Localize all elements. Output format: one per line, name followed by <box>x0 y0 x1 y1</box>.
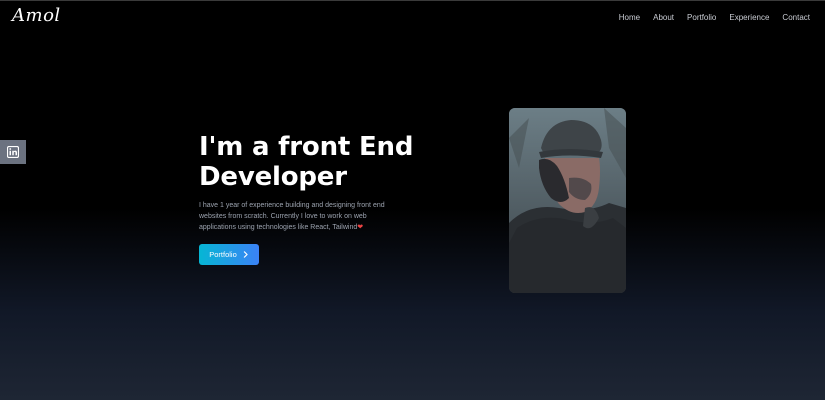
hero-title-line-2: Developer <box>199 162 347 192</box>
nav-experience[interactable]: Experience <box>729 13 769 22</box>
heart-icon: ❤ <box>357 224 364 231</box>
nav-home[interactable]: Home <box>619 13 640 22</box>
logo[interactable]: Amol <box>12 5 61 26</box>
portfolio-button-label: Portfolio <box>209 250 237 259</box>
linkedin-link[interactable] <box>0 140 26 164</box>
hero-title-line-1: I'm a front End <box>199 132 414 162</box>
person-illustration <box>509 108 626 293</box>
chevron-right-icon <box>243 251 248 258</box>
profile-photo <box>509 108 626 293</box>
nav-about[interactable]: About <box>653 13 674 22</box>
nav-contact[interactable]: Contact <box>782 13 810 22</box>
main-nav: Home About Portfolio Experience Contact <box>619 13 810 22</box>
hero-title: I'm a front End Developer <box>199 132 439 192</box>
nav-portfolio[interactable]: Portfolio <box>687 13 716 22</box>
portfolio-button[interactable]: Portfolio <box>199 244 259 265</box>
hero-section: I'm a front End Developer I have 1 year … <box>199 132 439 265</box>
hero-description: I have 1 year of experience building and… <box>199 200 399 233</box>
linkedin-icon <box>7 146 19 158</box>
top-border <box>0 0 825 1</box>
